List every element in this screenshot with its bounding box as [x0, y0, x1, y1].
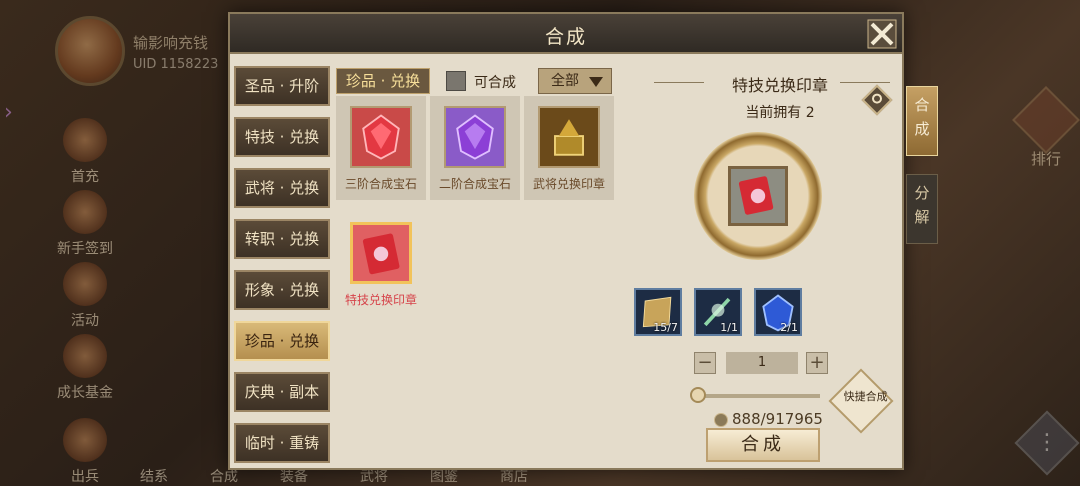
synthesis-dialog: 合成 圣品 · 升阶 特技 · 兑换 武将 · 兑换 转职 · 兑换 形象 · …: [228, 12, 938, 470]
triangle-down-icon: [589, 77, 603, 87]
coin-icon: [714, 413, 728, 427]
category-list: 圣品 · 升阶 特技 · 兑换 武将 · 兑换 转职 · 兑换 形象 · 兑换 …: [234, 66, 334, 474]
material-count: 1/1: [720, 321, 738, 334]
filter-dropdown[interactable]: 全部: [538, 68, 612, 94]
material-slot[interactable]: 15/7: [634, 288, 682, 336]
result-item-ring: [694, 132, 822, 260]
item-cell[interactable]: 三阶合成宝石: [336, 96, 426, 200]
item-name: 武将兑换印章: [532, 177, 605, 191]
craft-button[interactable]: 合成: [706, 428, 820, 462]
side-menu-label: 活动: [71, 313, 99, 329]
divider: [654, 82, 704, 83]
side-menu-label: 出兵: [71, 469, 99, 485]
craftable-label: 可合成: [474, 75, 516, 91]
close-icon: [867, 19, 897, 49]
coin-cost: 888/917965: [732, 410, 823, 428]
red-gem-icon: [350, 106, 412, 168]
bottom-nav-item[interactable]: 结系: [140, 466, 168, 486]
category-general-exchange[interactable]: 武将 · 兑换: [234, 168, 330, 208]
tab-synthesize[interactable]: 合成: [906, 86, 938, 156]
owned-count: 当前拥有 2: [745, 105, 815, 121]
side-menu-fund[interactable]: 成长基金: [50, 334, 120, 402]
category-treasure-exchange[interactable]: 珍品 · 兑换: [234, 321, 330, 361]
quick-craft-button[interactable]: 快捷合成: [828, 368, 894, 434]
general-seal-icon: [538, 106, 600, 168]
main-menu-button[interactable]: ⋮: [1014, 410, 1080, 476]
category-temp-reforge[interactable]: 临时 · 重铸: [234, 423, 330, 463]
material-count: 15/7: [653, 321, 678, 334]
quantity-value[interactable]: 1: [726, 352, 798, 374]
craftable-checkbox[interactable]: [446, 71, 466, 91]
item-cell-selected[interactable]: 特技兑换印章: [336, 212, 426, 316]
item-name: 三阶合成宝石: [344, 177, 417, 191]
item-cell[interactable]: 二阶合成宝石: [430, 96, 520, 200]
increase-button[interactable]: +: [806, 352, 828, 374]
quantity-slider[interactable]: [694, 394, 820, 398]
side-menu-army[interactable]: 出兵: [50, 418, 120, 486]
event-icon: [63, 262, 107, 306]
item-filter-bar: 珍品 · 兑换 可合成 全部: [336, 68, 614, 94]
quick-craft-label: 快捷合成: [843, 389, 888, 403]
side-menu-label: 新手签到: [57, 241, 113, 257]
army-icon: [63, 418, 107, 462]
dialog-title-bar: 合成: [230, 14, 902, 54]
chevron-right-icon[interactable]: ›: [4, 100, 13, 125]
side-menu-label: 首充: [71, 169, 99, 185]
side-menu-event[interactable]: 活动: [50, 262, 120, 330]
item-name: 二阶合成宝石: [438, 177, 511, 191]
category-holy-upgrade[interactable]: 圣品 · 升阶: [234, 66, 330, 106]
quantity-stepper: − 1 +: [694, 352, 828, 376]
player-uid: UID 1158223: [133, 57, 219, 72]
filter-value: 全部: [551, 73, 579, 89]
category-class-exchange[interactable]: 转职 · 兑换: [234, 219, 330, 259]
dialog-title: 合成: [544, 26, 587, 48]
tab-decompose[interactable]: 分解: [906, 174, 938, 244]
category-skill-exchange[interactable]: 特技 · 兑换: [234, 117, 330, 157]
ranking-icon: [1012, 86, 1080, 154]
slider-handle[interactable]: [690, 387, 706, 403]
search-icon[interactable]: [861, 84, 893, 116]
item-name: 特技兑换印章: [344, 293, 417, 307]
player-avatar[interactable]: [55, 16, 125, 86]
material-count: 2/1: [780, 321, 798, 334]
menu-icon: ⋮: [1036, 430, 1058, 455]
skill-seal-icon[interactable]: [728, 166, 788, 226]
player-name: 输影响充钱: [133, 34, 209, 52]
category-appearance-exchange[interactable]: 形象 · 兑换: [234, 270, 330, 310]
category-celebration-dungeon[interactable]: 庆典 · 副本: [234, 372, 330, 412]
item-cell[interactable]: 武将兑换印章: [524, 96, 614, 200]
fund-icon: [63, 334, 107, 378]
material-slot[interactable]: 1/1: [694, 288, 742, 336]
side-menu-first-charge[interactable]: 首充: [50, 118, 120, 186]
gift-icon: [63, 118, 107, 162]
signin-icon: [63, 190, 107, 234]
side-menu-label: 成长基金: [57, 385, 113, 401]
purple-gem-icon: [444, 106, 506, 168]
skill-seal-icon: [350, 222, 412, 284]
decrease-button[interactable]: −: [694, 352, 716, 374]
ranking-button[interactable]: 排行: [1012, 86, 1080, 169]
detail-title: 特技兑换印章: [731, 76, 828, 95]
material-slot[interactable]: 2/1: [754, 288, 802, 336]
close-button[interactable]: [862, 14, 902, 54]
side-menu-signin[interactable]: 新手签到: [50, 190, 120, 258]
current-category-tab: 珍品 · 兑换: [336, 68, 430, 94]
